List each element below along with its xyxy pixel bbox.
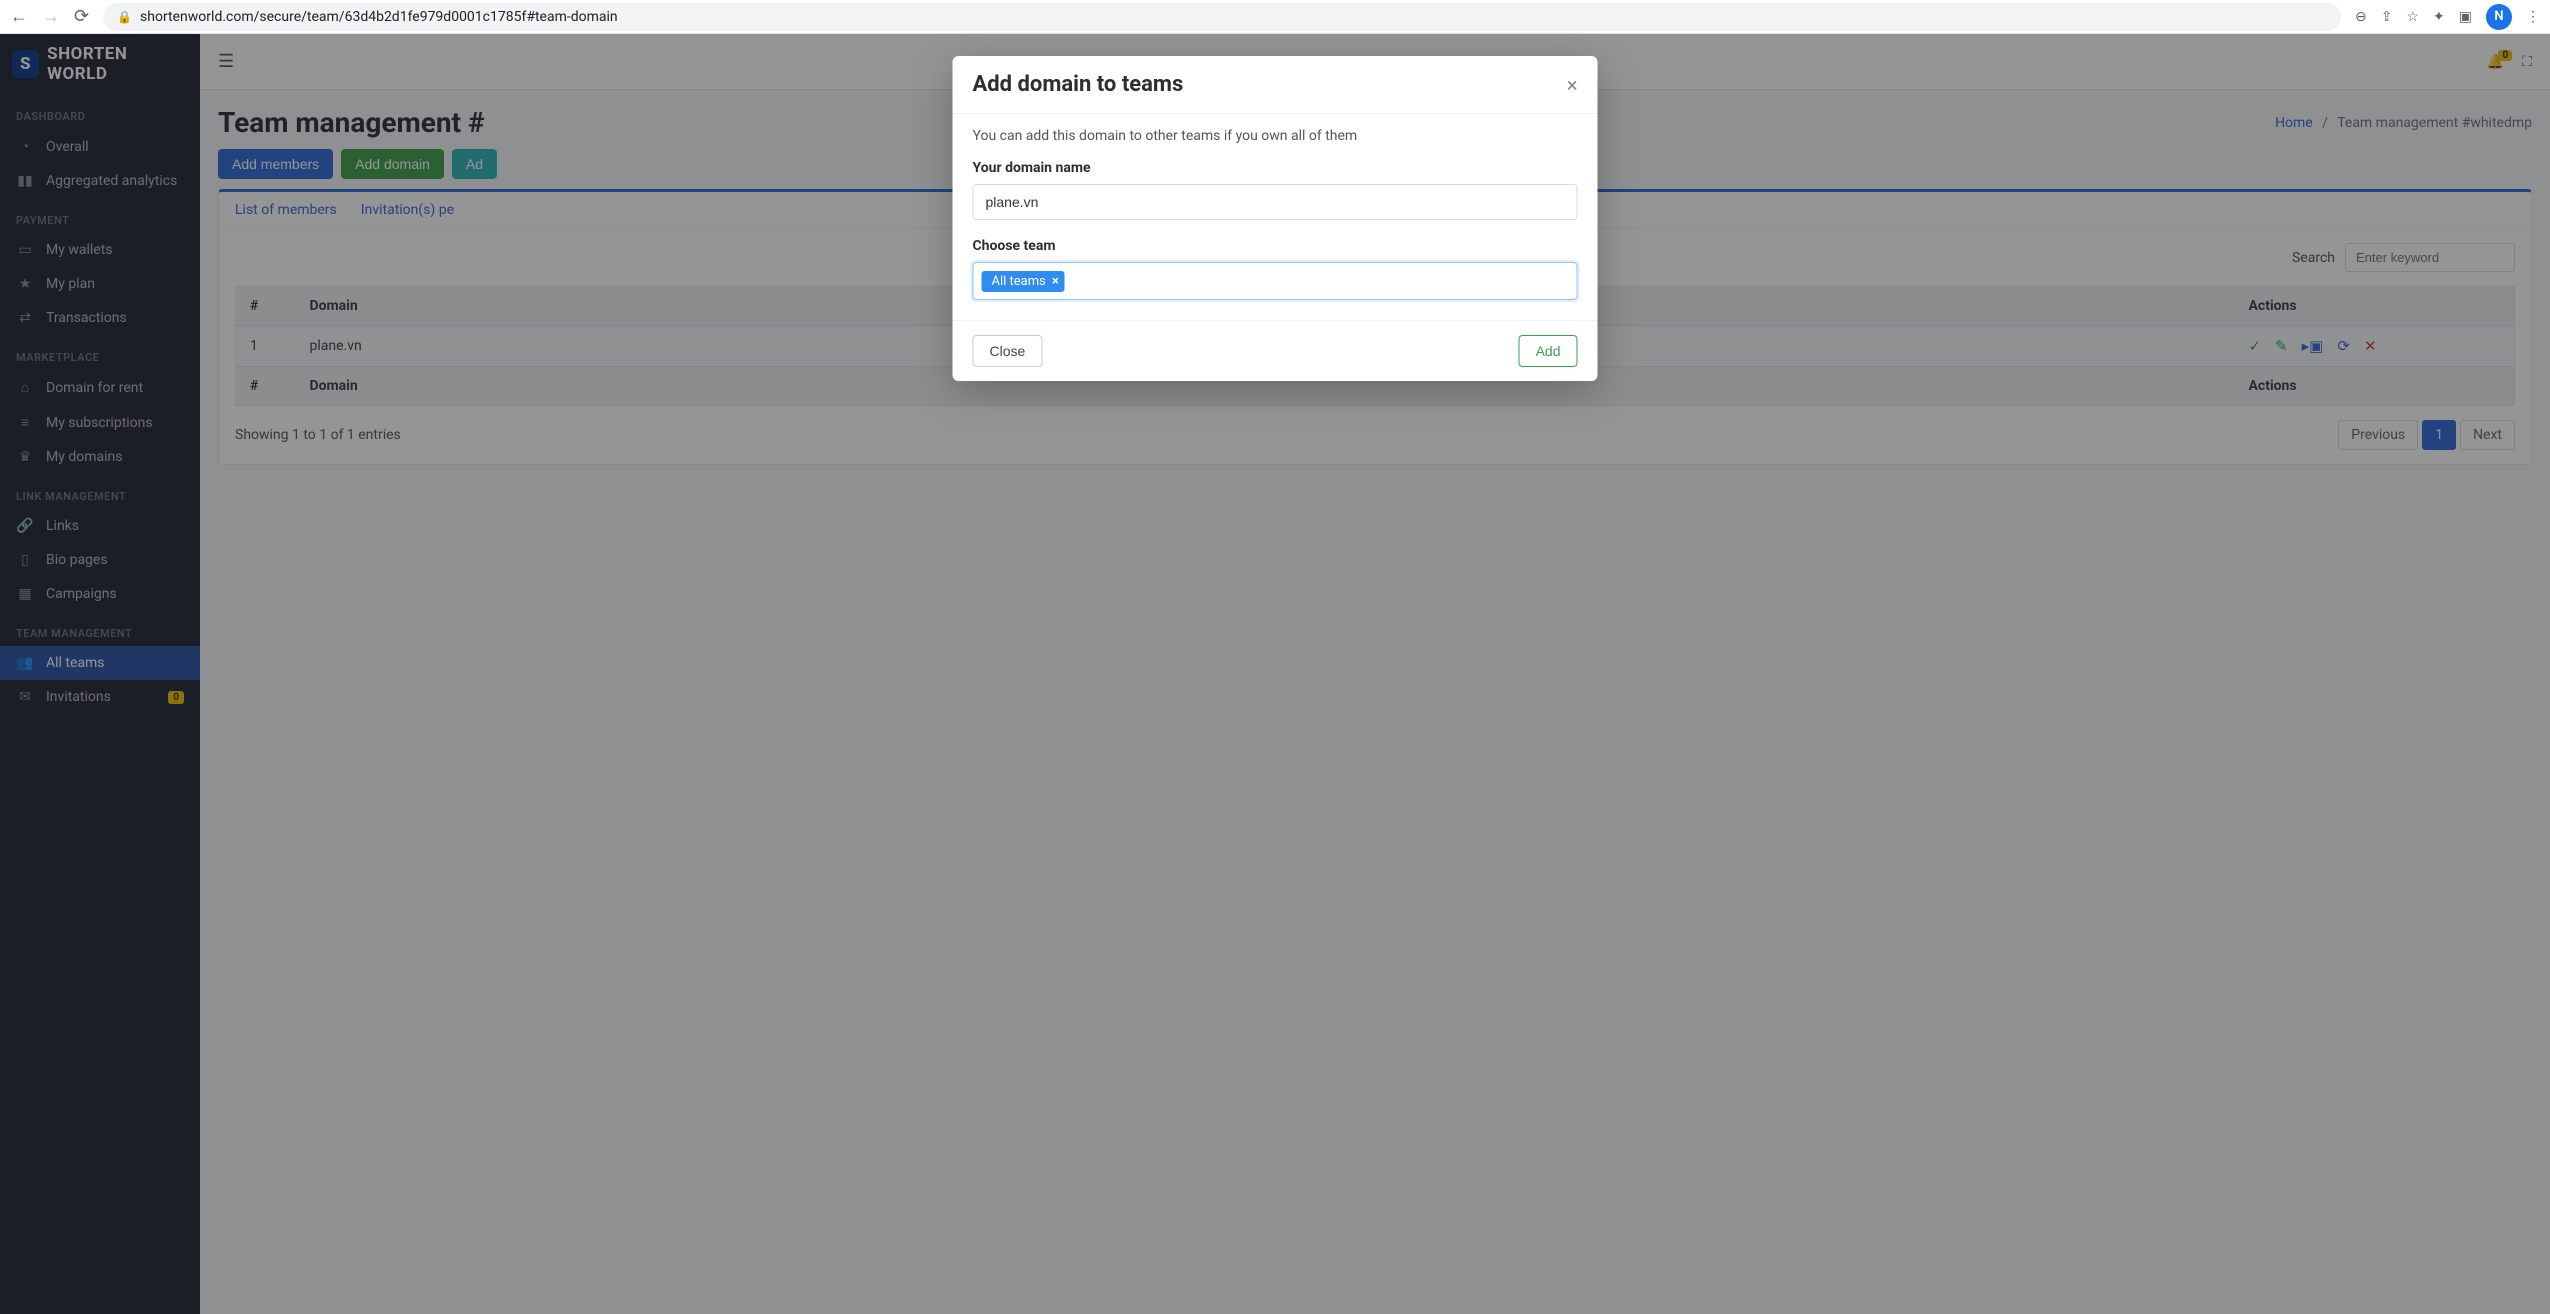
profile-avatar[interactable]: N bbox=[2486, 4, 2512, 30]
add-domain-modal: Add domain to teams × You can add this d… bbox=[953, 56, 1598, 381]
browser-chrome: ← → ⟳ 🔒 shortenworld.com/secure/team/63d… bbox=[0, 0, 2550, 34]
kebab-icon[interactable]: ⋮ bbox=[2526, 9, 2540, 25]
panel-icon[interactable]: ▣ bbox=[2459, 9, 2472, 25]
chip-label: All teams bbox=[992, 274, 1046, 289]
close-button[interactable]: Close bbox=[973, 335, 1043, 367]
choose-team-label: Choose team bbox=[973, 238, 1578, 254]
choose-team-select[interactable]: All teams × bbox=[973, 262, 1578, 300]
star-icon[interactable]: ☆ bbox=[2406, 9, 2419, 25]
domain-name-input[interactable] bbox=[973, 184, 1578, 220]
domain-name-label: Your domain name bbox=[973, 160, 1578, 176]
reload-icon[interactable]: ⟳ bbox=[74, 6, 89, 27]
add-button[interactable]: Add bbox=[1519, 335, 1578, 367]
url-text: shortenworld.com/secure/team/63d4b2d1fe9… bbox=[140, 9, 618, 25]
address-bar[interactable]: 🔒 shortenworld.com/secure/team/63d4b2d1f… bbox=[103, 3, 2341, 31]
modal-description: You can add this domain to other teams i… bbox=[973, 128, 1578, 144]
team-chip: All teams × bbox=[982, 271, 1065, 292]
chip-remove-icon[interactable]: × bbox=[1052, 274, 1059, 289]
back-icon[interactable]: ← bbox=[10, 6, 28, 27]
close-icon[interactable]: × bbox=[1567, 75, 1578, 95]
zoom-icon[interactable]: ⊖ bbox=[2355, 9, 2367, 25]
extensions-icon[interactable]: ✦ bbox=[2433, 9, 2445, 25]
forward-icon[interactable]: → bbox=[42, 6, 60, 27]
share-icon[interactable]: ⇪ bbox=[2381, 9, 2393, 25]
modal-title: Add domain to teams bbox=[973, 72, 1184, 97]
lock-icon: 🔒 bbox=[117, 10, 132, 24]
